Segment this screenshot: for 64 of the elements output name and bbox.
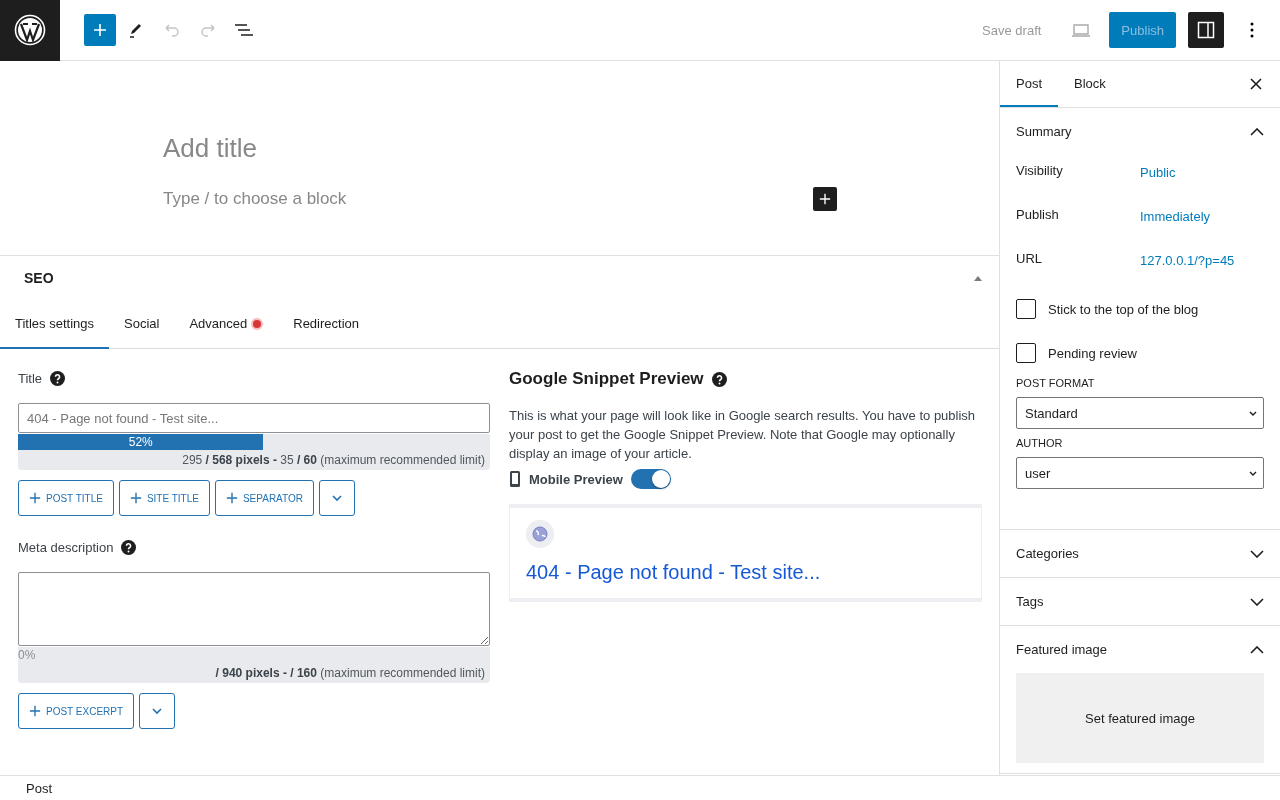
summary-label: Visibility	[1016, 162, 1064, 180]
post-title-field[interactable]: Add title	[163, 133, 999, 169]
sidebar-tab[interactable]: Block	[1058, 61, 1122, 107]
summary-link[interactable]: Immediately	[1140, 199, 1211, 243]
more-tags-button[interactable]	[139, 693, 176, 729]
sidebar-toggle-button[interactable]	[1188, 12, 1224, 48]
meta-description-field[interactable]	[18, 572, 490, 646]
checkbox-label: Pending review	[1048, 345, 1137, 361]
summary-label: URL	[1016, 250, 1043, 268]
globe-icon	[526, 520, 554, 548]
plus-icon	[819, 193, 831, 205]
result-title[interactable]: 404 - Page not found - Test site...	[526, 561, 965, 584]
mobile-preview-label: Mobile Preview	[529, 471, 623, 487]
select-label: AUTHOR	[1016, 437, 1064, 449]
summary-label: Publish	[1016, 206, 1060, 224]
checkbox-label: Stick to the top of the blog	[1048, 301, 1199, 317]
plus-icon	[29, 705, 41, 717]
seo-tab[interactable]: Redirection	[278, 300, 374, 349]
select-field[interactable]: user	[1016, 457, 1264, 489]
help-icon[interactable]	[711, 371, 727, 387]
plus-icon	[225, 492, 238, 504]
summary-link[interactable]: Public	[1140, 155, 1176, 199]
counter-text: 295 / 568 pixels - 35 / 60 (maximum recommended limit)	[181, 452, 486, 469]
counter-text: / 940 pixels - / 160 (maximum recommended limit)	[214, 665, 486, 682]
preview-heading: Google Snippet Preview	[509, 369, 704, 389]
checkbox[interactable]	[1016, 299, 1036, 319]
select-label: POST FORMAT	[1016, 377, 1096, 389]
add-block-button[interactable]	[813, 187, 837, 211]
insert-tag-button[interactable]: POST EXCERPT	[18, 693, 135, 729]
seo-tab[interactable]: Social	[109, 300, 175, 349]
checkbox[interactable]	[1016, 343, 1036, 363]
seo-tab[interactable]: Titles settings	[0, 300, 109, 349]
wordpress-logo[interactable]	[0, 0, 60, 61]
field-label: Meta description	[18, 540, 114, 555]
panel-header[interactable]: Summary	[1000, 108, 1280, 155]
phone-icon	[509, 471, 521, 487]
title-input[interactable]: 404 - Page not found - Test site...	[18, 403, 490, 433]
insert-tag-button[interactable]: POST TITLE	[18, 480, 114, 516]
insert-tag-button[interactable]: SEPARATOR	[214, 480, 314, 516]
seo-heading: SEO	[24, 270, 54, 286]
breadcrumb[interactable]: Post	[26, 780, 52, 796]
summary-link[interactable]: 127.0.0.1/?p=45	[1140, 243, 1235, 287]
seo-tab[interactable]: Advanced	[174, 300, 279, 349]
field-label: Title	[18, 371, 43, 386]
plus-icon	[129, 492, 142, 504]
panel-header[interactable]: Tags	[1000, 578, 1280, 625]
block-placeholder[interactable]: Type / to choose a block	[163, 189, 347, 209]
plus-icon	[29, 492, 41, 504]
sidebar-tab[interactable]: Post	[1000, 61, 1058, 107]
set-featured-image-button[interactable]: Set featured image	[1016, 673, 1264, 763]
select-field[interactable]: Standard	[1016, 397, 1264, 429]
more-tags-button[interactable]	[318, 480, 355, 516]
plus-icon	[93, 23, 107, 37]
sidebar-icon	[1196, 20, 1216, 40]
insert-tag-button[interactable]: SITE TITLE	[118, 480, 210, 516]
triangle-up-icon[interactable]	[973, 275, 983, 281]
progress-fill: 52%	[18, 434, 264, 450]
progress-percent: 0%	[18, 647, 36, 663]
help-icon[interactable]	[50, 371, 66, 386]
panel-header[interactable]: Featured image	[1000, 626, 1280, 673]
mobile-preview-toggle[interactable]	[630, 469, 671, 489]
help-icon[interactable]	[121, 540, 137, 555]
panel-header[interactable]: Categories	[1000, 530, 1280, 577]
preview-description: This is what your page will look like in Google search results. You have to publish your post to get the Google Snippet Preview. Note that Google may optionally display an image of your article.	[509, 407, 977, 463]
